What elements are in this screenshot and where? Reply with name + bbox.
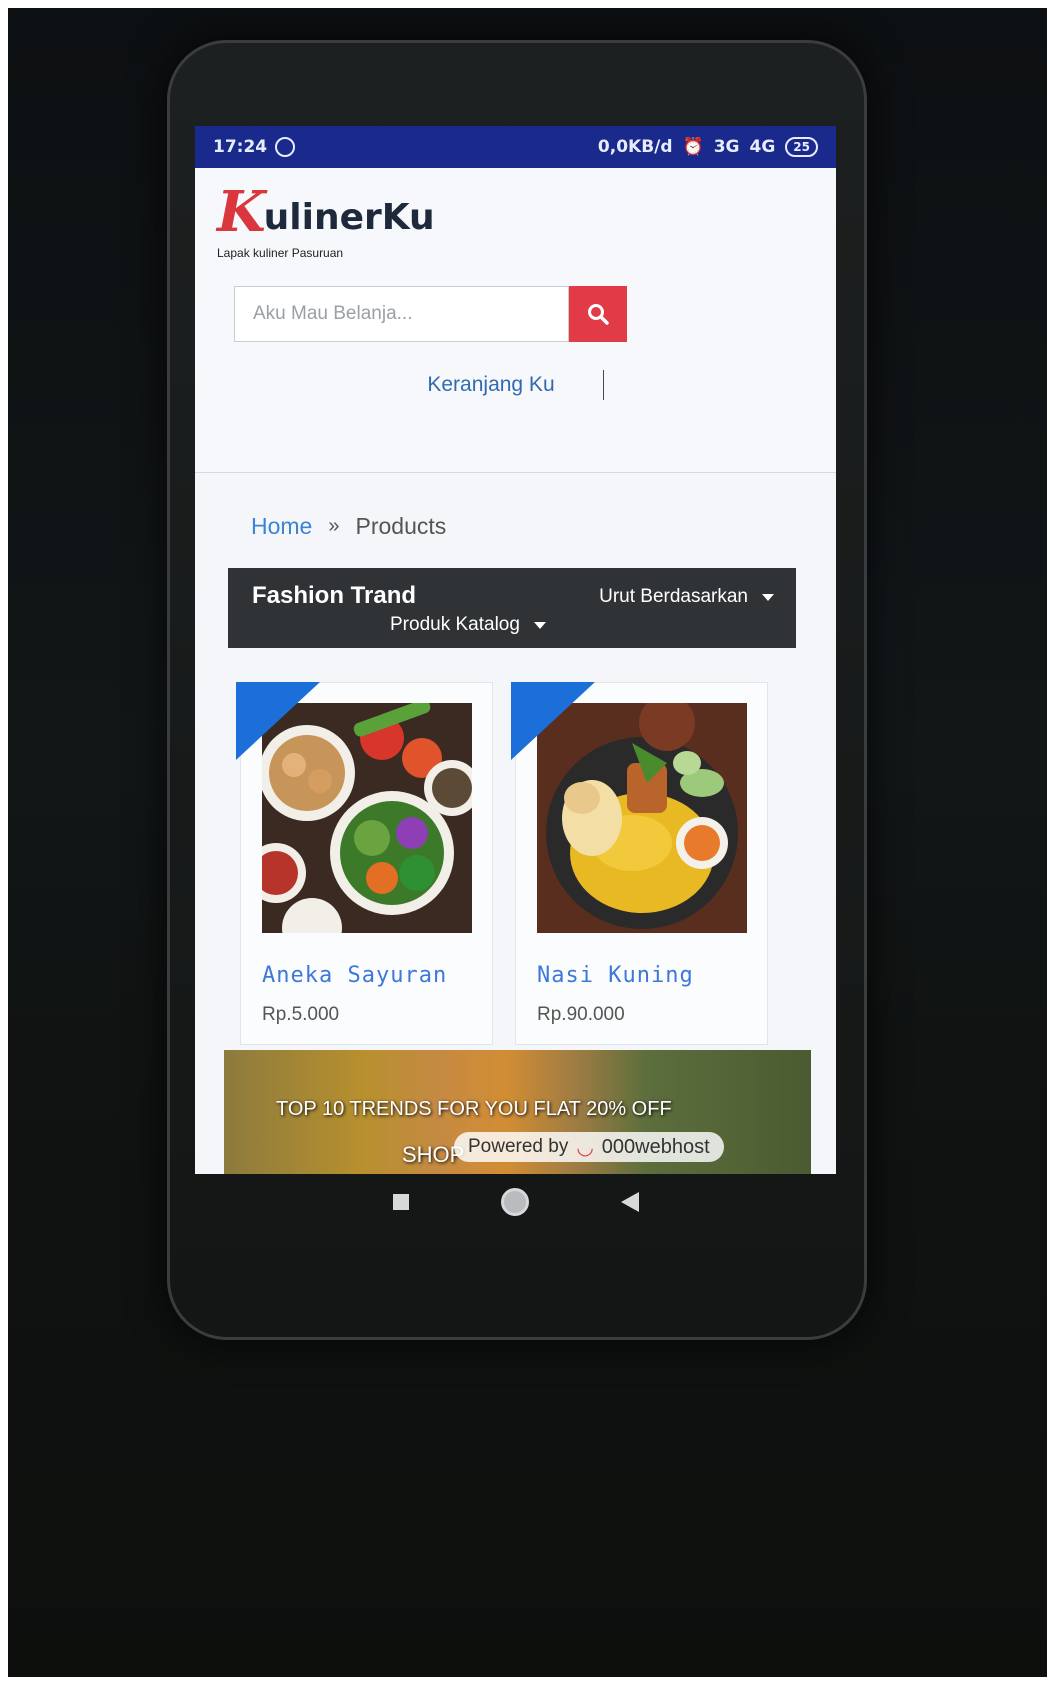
nav-divider [602,370,604,400]
battery-indicator: 25 [785,137,818,157]
breadcrumb-home-link[interactable]: Home [251,513,312,540]
catalog-dropdown[interactable]: Produk Katalog [390,614,546,636]
search-bar [234,286,814,342]
cart-link[interactable]: Keranjang Ku [427,373,554,397]
corner-ribbon [236,682,320,760]
powered-label: Powered by [468,1136,569,1157]
android-nav-bar [195,1174,836,1230]
promo-text: TOP 10 TRENDS FOR YOU FLAT 20% OFF [276,1098,672,1120]
catalog-label: Produk Katalog [390,614,520,635]
host-name: 000webhost [601,1135,710,1158]
logo-text: ulinerKu [263,197,435,238]
signal-4g: 4G [749,137,776,157]
status-bar: 17:24 0,0KB/d ⏰ 3G 4G 25 [195,126,836,168]
sort-label: Urut Berdasarkan [599,586,748,607]
breadcrumb-separator: » [328,515,340,537]
product-grid: Aneka Sayuran Rp.5.000 Nasi Kuning Rp.90… [236,682,836,1045]
site-header: K ulinerKu Lapak kuliner Pasuruan Keranj… [195,168,836,473]
product-price: Rp.90.000 [537,1004,625,1025]
product-price: Rp.5.000 [262,1004,340,1025]
chevron-down-icon [762,593,774,601]
whatsapp-icon [275,137,296,157]
header-nav: Keranjang Ku [217,370,814,400]
phone-screen: 17:24 0,0KB/d ⏰ 3G 4G 25 K ulinerKu Lapa… [195,126,836,1174]
product-card[interactable]: Nasi Kuning Rp.90.000 [511,682,768,1045]
search-icon [588,304,609,325]
site-tagline: Lapak kuliner Pasuruan [217,246,344,260]
product-name[interactable]: Nasi Kuning [537,963,746,988]
sort-dropdown[interactable]: Urut Berdasarkan [599,586,774,608]
search-input[interactable] [234,286,569,342]
product-card[interactable]: Aneka Sayuran Rp.5.000 [236,682,493,1045]
corner-ribbon [511,682,595,760]
recent-apps-icon[interactable] [392,1194,409,1210]
host-logo-icon: ◡ [576,1136,594,1159]
status-time: 17:24 [213,137,268,157]
network-speed: 0,0KB/d [597,137,673,157]
category-bar: Fashion Trand Urut Berdasarkan Produk Ka… [228,568,796,648]
site-logo[interactable]: K ulinerKu [217,180,814,240]
signal-3g: 3G [713,137,740,157]
back-icon[interactable] [620,1192,639,1212]
logo-mark: K [217,179,266,245]
home-icon[interactable] [500,1188,529,1216]
category-title: Fashion Trand [252,582,417,609]
breadcrumb: Home » Products [195,473,836,540]
powered-by-badge[interactable]: Powered by ◡ 000webhost [454,1132,724,1162]
product-name[interactable]: Aneka Sayuran [262,963,471,988]
search-button[interactable] [569,286,627,342]
chevron-down-icon [533,621,546,629]
promo-banner[interactable]: TOP 10 TRENDS FOR YOU FLAT 20% OFF SHOP … [224,1050,811,1174]
breadcrumb-current: Products [355,513,447,539]
alarm-icon: ⏰ [682,137,704,157]
